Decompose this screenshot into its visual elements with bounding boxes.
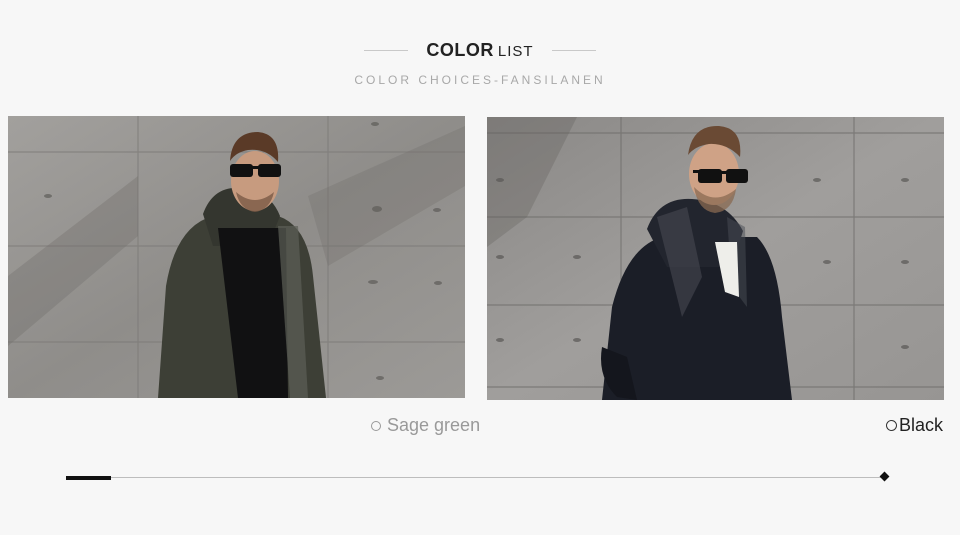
color-option-black[interactable]: Black [886, 415, 943, 436]
scrollbar-track [66, 477, 884, 478]
color-option-sage-green[interactable]: Sage green [371, 415, 480, 436]
scrollbar-end-diamond-icon [879, 471, 890, 481]
section-title-bold: COLOR [426, 40, 494, 60]
title-row: COLOR LIST [0, 40, 960, 61]
color-option-label: Sage green [387, 415, 481, 435]
color-option-label: Black [899, 415, 944, 435]
title-divider-right [551, 50, 596, 51]
product-photo-sage-green[interactable] [8, 116, 465, 398]
radio-dot-icon [886, 420, 897, 431]
section-header: COLOR LIST COLOR CHOICES-FANSILANEN [0, 40, 960, 87]
product-photo-black[interactable] [487, 117, 944, 400]
section-title-light: LIST [497, 43, 534, 60]
product-photo-sage-green-image [8, 116, 465, 398]
scrollbar-thumb[interactable] [66, 475, 111, 480]
carousel-scrollbar[interactable] [66, 470, 890, 484]
section-title: COLOR LIST [426, 40, 533, 61]
product-photo-black-image [487, 117, 944, 400]
radio-dot-icon [371, 420, 381, 431]
title-divider-left [364, 50, 409, 51]
section-subtitle: COLOR CHOICES-FANSILANEN [354, 73, 606, 87]
